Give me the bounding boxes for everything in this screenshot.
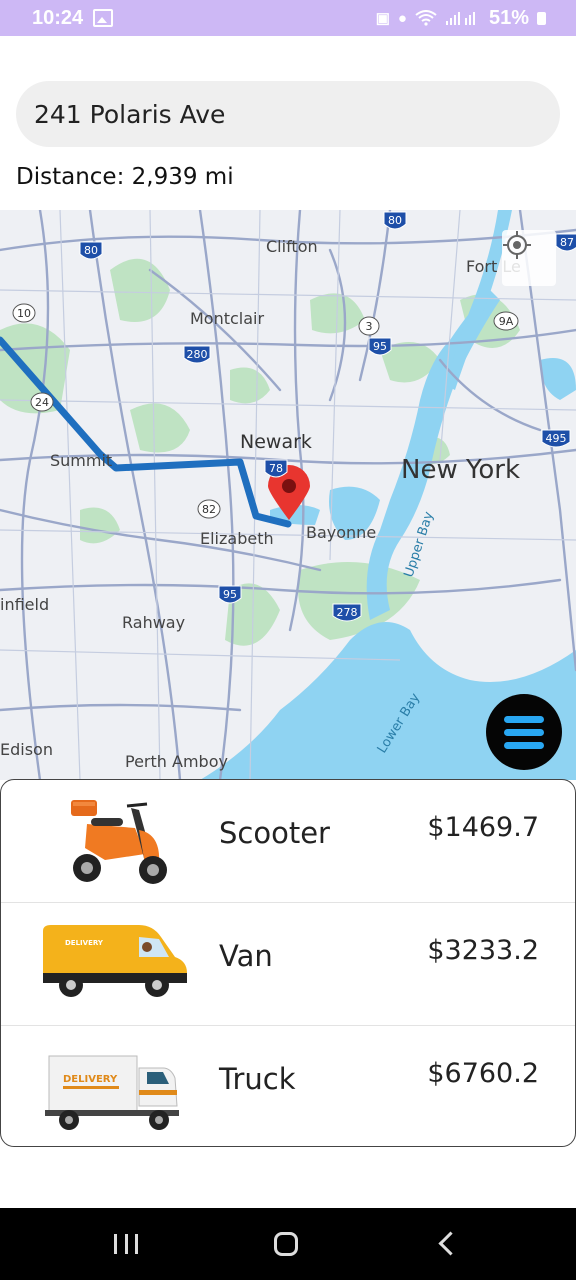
highway-shield-i95: 95: [368, 337, 392, 356]
location-icon: ●: [397, 9, 407, 27]
map-canvas: 80 80 87 10 3 9A 95 280 24 495 82 95 278…: [0, 210, 576, 780]
status-time: 10:24: [32, 6, 84, 29]
status-bar: 10:24 ▣ ● 51%: [0, 0, 576, 36]
map-label-perth-amboy: Perth Amboy: [125, 752, 228, 771]
highway-shield-i78: 78: [264, 459, 288, 478]
map-label-newark: Newark: [240, 431, 312, 453]
svg-text:278: 278: [337, 606, 358, 619]
destination-search-value: 241 Polaris Ave: [34, 99, 226, 129]
svg-text:82: 82: [202, 503, 216, 516]
signal-icon: [445, 12, 475, 25]
svg-text:78: 78: [269, 462, 283, 475]
svg-text:DELIVERY: DELIVERY: [65, 939, 104, 947]
route-shield-10: 10: [12, 303, 36, 323]
map-label-edison: Edison: [0, 740, 53, 759]
status-right: ▣ ● 51%: [376, 7, 546, 30]
system-navigation-bar: [0, 1208, 576, 1280]
map-view[interactable]: 80 80 87 10 3 9A 95 280 24 495 82 95 278…: [0, 210, 576, 780]
menu-icon-bar: [504, 715, 544, 723]
highway-shield-i95: 95: [218, 585, 242, 604]
recent-apps-button[interactable]: [114, 1234, 138, 1254]
lock-icon: ▣: [375, 10, 390, 27]
map-label-new-york: New York: [401, 455, 520, 485]
vehicle-name: Van: [219, 939, 273, 973]
vehicle-name: Scooter: [219, 816, 330, 850]
map-label-clifton: Clifton: [266, 237, 318, 256]
svg-text:87: 87: [560, 236, 574, 249]
menu-button[interactable]: [486, 694, 562, 770]
route-shield-24: 24: [30, 392, 54, 412]
vehicle-price: $6760.2: [427, 1058, 539, 1089]
svg-text:80: 80: [84, 244, 98, 257]
vehicle-option-van[interactable]: DELIVERY Van $3233.2: [1, 903, 575, 1026]
map-label-bayonne: Bayonne: [306, 523, 376, 542]
svg-text:9A: 9A: [499, 315, 514, 328]
battery-level: 51%: [488, 6, 529, 29]
menu-icon-bar: [504, 741, 544, 749]
map-label-rahway: Rahway: [122, 613, 185, 632]
vehicle-name: Truck: [219, 1062, 296, 1096]
route-shield-9a: 9A: [493, 311, 519, 331]
svg-text:80: 80: [388, 214, 402, 227]
svg-text:10: 10: [17, 307, 31, 320]
svg-text:3: 3: [366, 320, 373, 333]
route-shield-3: 3: [358, 316, 380, 336]
svg-text:95: 95: [223, 588, 237, 601]
destination-search-input[interactable]: 241 Polaris Ave: [16, 81, 560, 147]
my-location-button[interactable]: [502, 230, 556, 286]
scooter-icon: [71, 800, 167, 884]
status-left: 10:24: [32, 6, 114, 30]
wifi-icon: [415, 10, 437, 26]
van-icon: DELIVERY: [43, 925, 187, 997]
image-icon: [93, 9, 114, 27]
truck-icon: DELIVERY: [45, 1055, 179, 1130]
svg-text:DELIVERY: DELIVERY: [63, 1074, 118, 1085]
highway-shield-i495: 495: [541, 429, 571, 448]
crosshair-icon: [503, 231, 531, 259]
highway-shield-i280: 280: [183, 345, 211, 364]
map-label-elizabeth: Elizabeth: [200, 529, 274, 548]
vehicle-option-scooter[interactable]: Scooter $1469.7: [1, 780, 575, 903]
menu-icon-bar: [504, 728, 544, 736]
battery-icon: [537, 11, 546, 25]
home-button[interactable]: [274, 1232, 298, 1256]
svg-text:24: 24: [35, 396, 49, 409]
map-label-infield: infield: [0, 595, 49, 614]
vehicle-options-list: Scooter $1469.7 DELIVERY Van $3233.2 DEL…: [0, 779, 576, 1147]
vehicle-option-truck[interactable]: DELIVERY Truck $6760.2: [1, 1026, 575, 1146]
map-label-montclair: Montclair: [190, 309, 265, 328]
vehicle-price: $3233.2: [427, 935, 539, 966]
back-button[interactable]: [438, 1231, 463, 1256]
route-shield-82: 82: [197, 499, 221, 519]
vehicle-price: $1469.7: [427, 812, 539, 843]
highway-shield-i278: 278: [332, 603, 362, 622]
map-label-summit: Summit: [50, 451, 112, 470]
svg-text:280: 280: [187, 348, 208, 361]
highway-shield-i80: 80: [383, 211, 407, 230]
svg-text:95: 95: [373, 340, 387, 353]
distance-label: Distance: 2,939 mi: [16, 164, 234, 190]
highway-shield-i80: 80: [79, 241, 103, 260]
svg-text:495: 495: [546, 432, 567, 445]
highway-shield-i87: 87: [555, 233, 576, 252]
